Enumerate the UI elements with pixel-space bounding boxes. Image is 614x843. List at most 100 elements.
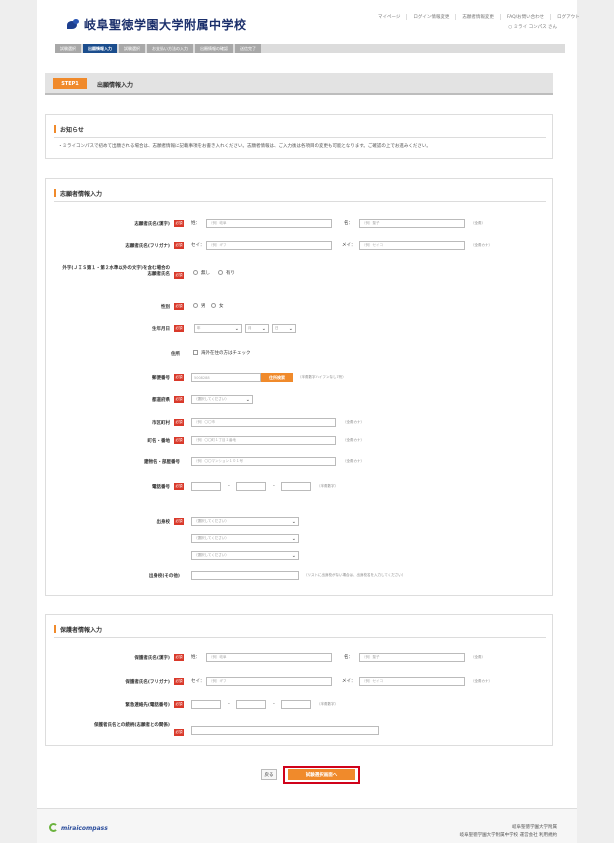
address-search-button[interactable]: 住所検索 [261, 373, 293, 382]
dob-month-select[interactable]: 月 ⌄ [245, 324, 269, 333]
school-name: 岐阜聖徳学園大学附属中学校 [84, 18, 247, 32]
sei-prefix: 姓： [191, 221, 200, 226]
tel-input-1[interactable] [191, 482, 221, 491]
nav-mypage[interactable]: マイページ [372, 14, 408, 20]
sei-kana-input[interactable]: （例）ギフ [206, 241, 332, 250]
progress-steps: 試験選択 出願情報入力 試験選択 お支払い方法の入力 出願情報の確認 送信完了 [55, 44, 565, 53]
step-badge: STEP1 [53, 78, 87, 89]
guardian-relation-label: 保護者氏名との続柄(志願者との関係) [93, 723, 170, 728]
school-logo[interactable]: 岐阜聖徳学園大学附属中学校 [67, 16, 247, 33]
guardian-sei-input[interactable]: （例）岐阜 [206, 653, 332, 662]
step-3: 試験選択 [119, 44, 145, 53]
gaiji-yes-radio[interactable] [218, 270, 223, 275]
school-other-input[interactable] [191, 571, 299, 580]
tel-hint: （半角数字） [317, 484, 338, 488]
site-header: 岐阜聖徳学園大学附属中学校 マイページ ログイン情報変更 志願者情報変更 FAQ… [37, 0, 580, 38]
divider [54, 137, 546, 138]
required-badge: 必須 [174, 303, 184, 310]
row-dob: 生年月日 必須 年 ⌄ 月 ⌄ 日 ⌄ [46, 324, 552, 336]
nav-logout[interactable]: ログアウト [551, 14, 586, 20]
nav-applicant-change[interactable]: 志願者情報変更 [456, 14, 501, 20]
tel-input-3[interactable] [281, 482, 311, 491]
divider [54, 201, 546, 202]
guardian-relation-input[interactable] [191, 726, 379, 735]
footer-logo[interactable]: miraicompass [61, 825, 108, 832]
town-input[interactable]: （例）〇〇町１丁目１番地 [191, 436, 336, 445]
row-prefecture: 都道府県 必須 （選択してください） ⌄ [46, 395, 552, 407]
dob-day-value: 日 [275, 326, 279, 330]
school-pref-value: （選択してください） [194, 519, 229, 523]
step-5: 出願情報の確認 [195, 44, 233, 53]
required-badge: 必須 [174, 396, 184, 403]
overseas-checkbox[interactable] [193, 350, 198, 355]
school-other-label: 出身校(その他) [148, 574, 180, 579]
guardian-tel-label: 緊急連絡先(電話番号) [125, 703, 170, 708]
guardian-heading: 保護者情報入力 [53, 625, 103, 634]
notice-heading: お知らせ [54, 125, 84, 134]
prefecture-select[interactable]: （選択してください） ⌄ [191, 395, 253, 404]
dob-year-select[interactable]: 年 ⌄ [194, 324, 242, 333]
guardian-sei-kana-prefix: セイ： [191, 679, 205, 684]
guardian-card: 保護者情報入力 保護者氏名(漢字) 必須 姓： （例）岐阜 名： （例）聖子 （… [45, 614, 553, 746]
address-label: 住所 [171, 352, 180, 357]
dob-day-select[interactable]: 日 ⌄ [272, 324, 296, 333]
building-hint: （全角カナ） [343, 459, 364, 463]
gender-female-radio[interactable] [211, 303, 216, 308]
back-button[interactable]: 戻る [261, 769, 277, 780]
chevron-down-icon: ⌄ [291, 519, 296, 525]
gender-male-radio[interactable] [193, 303, 198, 308]
city-hint: （全角カナ） [343, 420, 364, 424]
row-school: 出身校 必須 （選択してください） ⌄ [46, 517, 552, 529]
required-badge: 必須 [174, 437, 184, 444]
prefecture-label: 都道府県 [152, 398, 170, 403]
notice-card: お知らせ ・ミライコンパスで初めて出願される場合は、志願者情報に記載事項をお書き… [45, 114, 553, 159]
row-tel: 電話番号 必須 - - （半角数字） [46, 482, 552, 494]
miraicompass-logo-icon [49, 823, 58, 832]
row-address: 住所 海外在住の方はチェック [46, 349, 552, 361]
gender-female-label: 女 [219, 304, 224, 309]
chevron-down-icon: ⌄ [288, 326, 293, 332]
row-school-other: 出身校(その他) （リストに出身校がない場合は、出身校名を入力してください） [46, 571, 552, 583]
guardian-sei-prefix: 姓： [191, 655, 200, 660]
required-badge: 必須 [174, 701, 184, 708]
school-city-select[interactable]: （選択してください） ⌄ [191, 534, 299, 543]
guardian-name-hint: （全角） [471, 655, 485, 659]
row-gender: 性別 必須 男 女 [46, 302, 552, 314]
guardian-kana-label: 保護者氏名(フリガナ) [125, 680, 170, 685]
guardian-tel-input-1[interactable] [191, 700, 221, 709]
tel-input-2[interactable] [236, 482, 266, 491]
next-button[interactable]: 試験選択画面へ [288, 769, 355, 780]
nav-faq[interactable]: FAQ/お問い合わせ [501, 14, 552, 20]
school-pref-select[interactable]: （選択してください） ⌄ [191, 517, 299, 526]
gaiji-no-radio[interactable] [193, 270, 198, 275]
mei-input[interactable]: （例）聖子 [359, 219, 465, 228]
footer-line-1: 岐阜聖徳学園大学附属 [512, 825, 557, 830]
required-badge: 必須 [174, 242, 184, 249]
city-label: 市区町村 [152, 421, 170, 426]
row-guardian-kanji: 保護者氏名(漢字) 必須 姓： （例）岐阜 名： （例）聖子 （全角） [46, 653, 552, 665]
sei-kana-prefix: セイ： [191, 243, 205, 248]
row-school-2: （選択してください） ⌄ [46, 534, 552, 546]
guardian-mei-kana-input[interactable]: （例）セイコ [359, 677, 465, 686]
required-badge: 必須 [174, 483, 184, 490]
sei-input[interactable]: （例）岐阜 [206, 219, 332, 228]
row-name-kana: 志願者氏名(フリガナ) 必須 セイ： （例）ギフ メイ： （例）セイコ （全角カ… [46, 241, 552, 253]
nav-login-change[interactable]: ログイン情報変更 [407, 14, 457, 20]
guardian-tel-input-2[interactable] [236, 700, 266, 709]
school-label: 出身校 [156, 520, 171, 525]
school-name-select[interactable]: （選択してください） ⌄ [191, 551, 299, 560]
zip-input[interactable]: 5008288 [191, 373, 261, 382]
row-name-kanji: 志願者氏名(漢字) 必須 姓： （例）岐阜 名： （例）聖子 （全角） [46, 219, 552, 231]
tel-label: 電話番号 [152, 485, 170, 490]
mei-kana-input[interactable]: （例）セイコ [359, 241, 465, 250]
guardian-sei-kana-input[interactable]: （例）ギフ [206, 677, 332, 686]
city-input[interactable]: （例）〇〇市 [191, 418, 336, 427]
town-hint: （全角カナ） [343, 438, 364, 442]
building-input[interactable]: （例）〇〇マンション１０１号 [191, 457, 336, 466]
guardian-tel-input-3[interactable] [281, 700, 311, 709]
step-1: 試験選択 [55, 44, 81, 53]
guardian-mei-input[interactable]: （例）聖子 [359, 653, 465, 662]
divider [54, 637, 546, 638]
required-badge: 必須 [174, 272, 184, 279]
row-building: 建物名・部屋番号 （例）〇〇マンション１０１号 （全角カナ） [46, 457, 552, 469]
